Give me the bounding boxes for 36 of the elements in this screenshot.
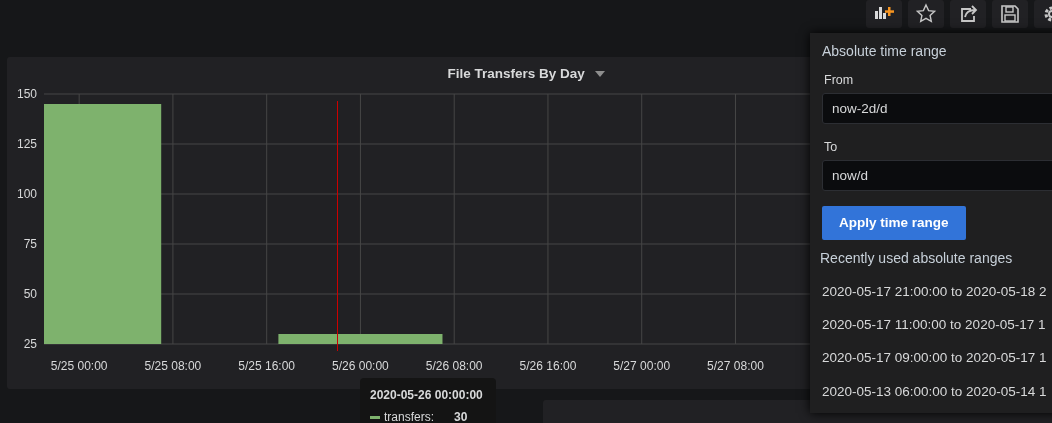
axis-label: 150 bbox=[16, 88, 37, 101]
star-button[interactable] bbox=[908, 0, 944, 28]
apply-button[interactable]: Apply time range bbox=[822, 205, 966, 240]
tooltip-title: 2020-05-26 00:00:00 bbox=[370, 387, 484, 404]
axis-label: 5/27 00:00 bbox=[613, 359, 671, 373]
axis-label: 50 bbox=[23, 287, 37, 301]
recent-range-item[interactable]: 2020-05-13 06:00:00 to 2020-05-14 1 bbox=[822, 381, 1052, 402]
series-value: 30 bbox=[454, 409, 468, 423]
field-label: From bbox=[824, 72, 855, 89]
axis-label: 25 bbox=[23, 337, 37, 351]
save-button[interactable] bbox=[992, 0, 1028, 28]
recent-range-item[interactable]: 2020-05-17 21:00:00 to 2020-05-18 2 bbox=[822, 281, 1052, 302]
save-icon bbox=[999, 3, 1021, 25]
axis-label: 5/26 00:00 bbox=[332, 359, 389, 373]
section-title: Recently used absolute ranges bbox=[820, 248, 1014, 268]
axis-label: 5/25 08:00 bbox=[144, 359, 202, 373]
axis-label: 5/26 16:00 bbox=[519, 359, 577, 373]
axis-label: 100 bbox=[16, 187, 37, 201]
panel-title[interactable]: File Transfers By Day bbox=[447, 66, 585, 81]
axis-label: 125 bbox=[16, 137, 37, 151]
picker-title: Absolute time range bbox=[822, 42, 948, 61]
caret-icon[interactable] bbox=[594, 71, 605, 78]
series-name: transfers: bbox=[384, 409, 435, 423]
axis-label: 5/27 08:00 bbox=[707, 359, 764, 373]
field-label: To bbox=[824, 138, 839, 156]
time-input[interactable]: now-2d/d bbox=[822, 92, 1052, 124]
time-input[interactable]: now/d bbox=[822, 159, 1052, 191]
recent-range-item[interactable]: 2020-05-17 11:00:00 to 2020-05-17 1 bbox=[822, 315, 1052, 336]
add-panel-button[interactable] bbox=[866, 0, 902, 28]
axis-label: 5/25 00:00 bbox=[50, 359, 108, 373]
recent-range-item[interactable]: 2020-05-17 09:00:00 to 2020-05-17 1 bbox=[822, 348, 1052, 369]
axis-label: 5/25 16:00 bbox=[238, 359, 296, 373]
axis-label: 5/26 08:00 bbox=[425, 359, 483, 373]
star-icon bbox=[915, 3, 937, 25]
axis-label: 75 bbox=[23, 237, 37, 251]
share-button[interactable] bbox=[950, 0, 986, 28]
